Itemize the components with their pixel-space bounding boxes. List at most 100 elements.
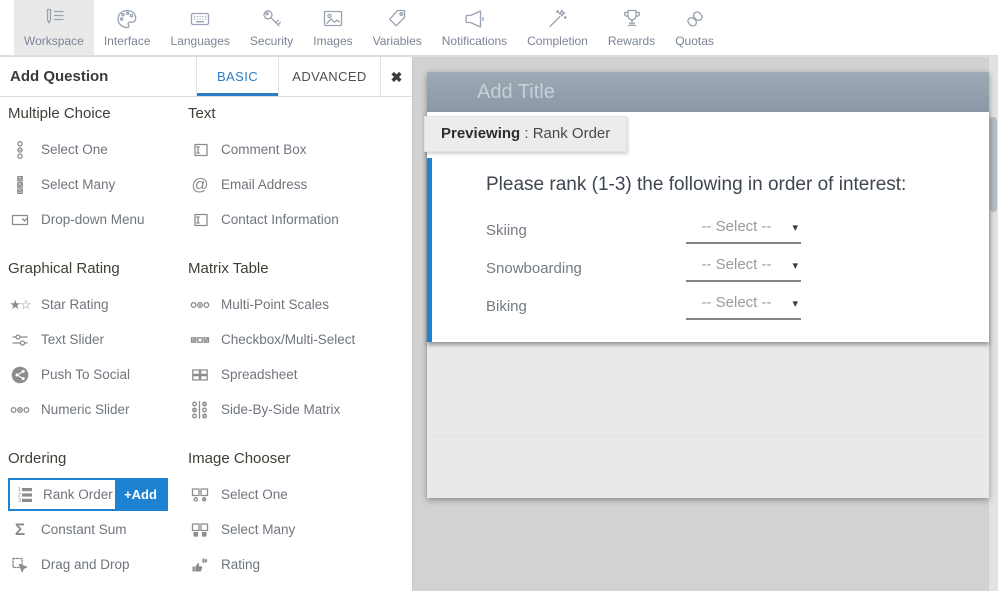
- toolbar-item-security[interactable]: Security: [240, 0, 303, 55]
- question-type-comment-box[interactable]: Comment Box: [188, 132, 410, 167]
- add-question-button[interactable]: +Add: [115, 480, 166, 509]
- section-image-chooser: Image Chooser Select One Select Many Rat…: [188, 450, 410, 582]
- at-sign-icon: @: [188, 176, 212, 193]
- toolbar-item-interface[interactable]: Interface: [94, 0, 161, 55]
- toolbar-item-completion[interactable]: Completion: [517, 0, 598, 55]
- caret-down-icon: ▾: [792, 297, 798, 310]
- section-graphical-rating: Graphical Rating ★☆ Star Rating Text Sli…: [8, 260, 186, 427]
- question-type-side-by-side-matrix[interactable]: Side-By-Side Matrix: [188, 392, 410, 427]
- question-type-rank-order-selected[interactable]: 123 Rank Order +Add: [8, 477, 186, 512]
- toolbar-item-workspace[interactable]: Workspace: [14, 0, 94, 55]
- add-title-field[interactable]: Add Title: [427, 72, 989, 112]
- key-icon: [259, 5, 285, 32]
- thumbs-icon: [188, 555, 212, 575]
- toolbar-item-label: Rewards: [608, 34, 655, 48]
- section-title: Image Chooser: [188, 450, 410, 472]
- checkbox-row-icon: [188, 330, 212, 350]
- previewing-value: Rank Order: [533, 125, 611, 142]
- toolbar-item-quotas[interactable]: Quotas: [665, 0, 724, 55]
- radio-row-icon: [8, 400, 32, 420]
- question-type-contact-information[interactable]: Contact Information: [188, 202, 410, 237]
- toolbar-item-label: Workspace: [24, 34, 84, 48]
- add-question-panel: Add Question BASIC ADVANCED ✖ Multiple C…: [0, 57, 413, 591]
- rank-select-snowboarding[interactable]: -- Select -- ▾: [686, 252, 801, 282]
- keyboard-icon: [187, 5, 213, 32]
- question-type-text-slider[interactable]: Text Slider: [8, 322, 186, 357]
- question-type-spreadsheet[interactable]: Spreadsheet: [188, 357, 410, 392]
- rank-order-row[interactable]: 123 Rank Order +Add: [8, 478, 168, 511]
- checkbox-list-icon: [8, 175, 32, 195]
- workspace-icon: [41, 5, 67, 32]
- question-type-multi-point-scales[interactable]: Multi-Point Scales: [188, 287, 410, 322]
- textbox-icon: [188, 140, 212, 160]
- question-type-numeric-slider[interactable]: Numeric Slider: [8, 392, 186, 427]
- question-type-star-rating[interactable]: ★☆ Star Rating: [8, 287, 186, 322]
- stars-icon: ★☆: [8, 298, 32, 311]
- previewing-separator: :: [520, 125, 533, 142]
- image-radio-icon: [188, 485, 212, 505]
- previewing-badge: Previewing : Rank Order: [424, 116, 627, 152]
- chain-icon: [682, 5, 708, 32]
- toolbar-item-label: Completion: [527, 34, 588, 48]
- scrollbar-thumb[interactable]: [990, 117, 997, 212]
- rank-select-biking[interactable]: -- Select -- ▾: [686, 290, 801, 320]
- question-type-image-select-one[interactable]: Select One: [188, 477, 410, 512]
- section-title: Text: [188, 105, 410, 127]
- question-preview-panel: Add Title Previewing : Rank Order Please…: [427, 72, 989, 498]
- section-ordering: Ordering 123 Rank Order +Add Σ Constant …: [8, 450, 186, 582]
- question-type-drag-and-drop[interactable]: Drag and Drop: [8, 547, 186, 582]
- toolbar-item-label: Security: [250, 34, 293, 48]
- tab-basic[interactable]: BASIC: [196, 57, 278, 96]
- toolbar-item-label: Images: [313, 34, 352, 48]
- previewing-label: Previewing: [441, 125, 520, 142]
- question-type-select-one[interactable]: Select One: [8, 132, 186, 167]
- toolbar-item-notifications[interactable]: Notifications: [432, 0, 517, 55]
- numbered-list-icon: 123: [13, 485, 37, 505]
- toolbar-item-images[interactable]: Images: [303, 0, 362, 55]
- rank-item-label: Biking: [486, 298, 527, 315]
- question-type-email-address[interactable]: @ Email Address: [188, 167, 410, 202]
- tab-advanced[interactable]: ADVANCED: [278, 57, 380, 96]
- question-accent-bar: [427, 158, 432, 342]
- toolbar-item-label: Quotas: [675, 34, 714, 48]
- section-title: Graphical Rating: [8, 260, 186, 282]
- question-type-image-select-many[interactable]: Select Many: [188, 512, 410, 547]
- caret-down-icon: ▾: [792, 259, 798, 272]
- drop-zone-divider: [432, 435, 984, 436]
- question-type-image-rating[interactable]: Rating: [188, 547, 410, 582]
- question-type-push-to-social[interactable]: Push To Social: [8, 357, 186, 392]
- toolbar-item-rewards[interactable]: Rewards: [598, 0, 665, 55]
- toolbar-item-label: Variables: [373, 34, 422, 48]
- megaphone-icon: [461, 5, 487, 32]
- image-icon: [320, 5, 346, 32]
- toolbar-item-label: Interface: [104, 34, 151, 48]
- toolbar-item-label: Languages: [171, 34, 230, 48]
- section-title: Multiple Choice: [8, 105, 186, 127]
- section-title: Ordering: [8, 450, 186, 472]
- toolbar-item-languages[interactable]: Languages: [161, 0, 240, 55]
- section-multiple-choice: Multiple Choice Select One Select Many D…: [8, 105, 186, 237]
- radio-row-icon: [188, 295, 212, 315]
- close-icon[interactable]: ✖: [380, 57, 412, 96]
- question-type-select-many[interactable]: Select Many: [8, 167, 186, 202]
- vertical-scrollbar[interactable]: [989, 57, 998, 591]
- sliders-icon: [8, 330, 32, 350]
- rank-select-skiing[interactable]: -- Select -- ▾: [686, 214, 801, 244]
- question-title: Please rank (1-3) the following in order…: [486, 174, 906, 196]
- question-type-dropdown-menu[interactable]: Drop-down Menu: [8, 202, 186, 237]
- sigma-icon: Σ: [8, 521, 32, 538]
- textbox-icon: [188, 210, 212, 230]
- palette-icon: [114, 5, 140, 32]
- toolbar-item-label: Notifications: [442, 34, 507, 48]
- share-circle-icon: [8, 365, 32, 385]
- question-type-constant-sum[interactable]: Σ Constant Sum: [8, 512, 186, 547]
- section-title: Matrix Table: [188, 260, 410, 282]
- tag-icon: [384, 5, 410, 32]
- rank-item-label: Snowboarding: [486, 260, 582, 277]
- radio-list-icon: [8, 140, 32, 160]
- toolbar-item-variables[interactable]: Variables: [363, 0, 432, 55]
- drag-cursor-icon: [8, 555, 32, 575]
- question-type-checkbox-multi-select[interactable]: Checkbox/Multi-Select: [188, 322, 410, 357]
- magic-wand-icon: [544, 5, 570, 32]
- svg-text:3: 3: [18, 498, 21, 504]
